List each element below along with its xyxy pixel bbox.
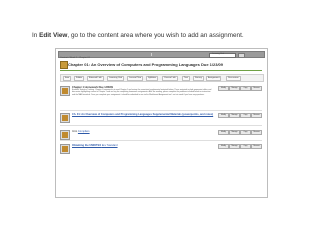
modify-button[interactable]: Modify	[218, 86, 229, 91]
item-actions: Modify Manage Copy Remove	[218, 144, 262, 149]
toolbar-learning-unit-button[interactable]: Learning Unit	[107, 76, 125, 81]
item-link-row: Obtaining the UMD/TEX Env Standard	[72, 144, 118, 147]
link-icon	[60, 144, 70, 154]
item-link-row: Intro Compilers	[72, 130, 90, 133]
toolbar-lesson-plan-button[interactable]: Lesson Plan	[127, 76, 144, 81]
item-actions: Modify Manage Copy Remove	[218, 86, 262, 91]
item-description: Enabled: Statistics Tracking. Chapter 1 …	[72, 89, 212, 96]
instruction-text: In Edit View, go to the content area whe…	[32, 32, 302, 40]
row-divider	[60, 110, 262, 111]
modify-button[interactable]: Modify	[218, 130, 229, 135]
item-actions: Modify Manage Copy Remove	[218, 130, 262, 135]
item-link[interactable]: Ch. 01: An Overview of Computers and Pro…	[72, 113, 222, 116]
copy-button[interactable]: Copy	[240, 113, 251, 118]
toolbar-test-button[interactable]: Test	[182, 76, 191, 81]
remove-button[interactable]: Remove	[251, 86, 262, 91]
toolbar-item-button[interactable]: Item	[63, 76, 72, 81]
content-toolbar: Item Folder External Link Learning Unit …	[60, 74, 264, 82]
title-divider	[60, 70, 262, 71]
instruction-suffix: , go to the content area where you wish …	[67, 32, 244, 39]
instruction-strong: Edit View	[39, 32, 68, 39]
nav-separator	[151, 53, 152, 56]
toolbar-external-link-button[interactable]: External Link	[87, 76, 104, 81]
item-link[interactable]: Obtaining the UMD/TEX	[72, 144, 102, 147]
item-link-suffix[interactable]: Env Standard	[102, 144, 118, 147]
copy-button[interactable]: Copy	[240, 144, 251, 149]
toolbar-syllabus-button[interactable]: Syllabus	[146, 76, 159, 81]
item-link[interactable]: Compilers	[78, 130, 90, 133]
remove-button[interactable]: Remove	[251, 130, 262, 135]
nav-select-value: Learning Unit	[212, 53, 224, 55]
modify-button[interactable]: Modify	[218, 113, 229, 118]
manage-button[interactable]: Manage	[229, 86, 240, 91]
document-icon	[60, 86, 70, 96]
toolbar-assignment-button[interactable]: Assignment	[206, 76, 222, 81]
manage-button[interactable]: Manage	[229, 113, 240, 118]
item-actions: Modify Manage Copy Remove	[218, 113, 262, 118]
toolbar-course-link-button[interactable]: Course Link	[162, 76, 178, 81]
manage-button[interactable]: Manage	[229, 144, 240, 149]
folder-icon	[60, 113, 70, 123]
remove-button[interactable]: Remove	[251, 144, 262, 149]
page-header: Chapter 01: An Overview of Computers and…	[60, 61, 262, 69]
toolbar-discussion-button[interactable]: Discussion	[226, 76, 241, 81]
row-divider	[60, 125, 262, 126]
modify-button[interactable]: Modify	[218, 144, 229, 149]
breadcrumb: Content • Week 1 • Chapter 01	[60, 57, 90, 59]
copy-button[interactable]: Copy	[240, 130, 251, 135]
copy-button[interactable]: Copy	[240, 86, 251, 91]
page-title: Chapter 01: An Overview of Computers and…	[68, 62, 224, 67]
row-divider	[60, 140, 262, 141]
toolbar-survey-button[interactable]: Survey	[193, 76, 204, 81]
toolbar-folder-button[interactable]: Folder	[74, 76, 85, 81]
folder-icon	[60, 61, 68, 69]
remove-button[interactable]: Remove	[251, 113, 262, 118]
manage-button[interactable]: Manage	[229, 130, 240, 135]
link-icon	[60, 130, 70, 140]
screenshot-panel: Learning Unit Content • Week 1 • Chapter…	[55, 48, 268, 198]
